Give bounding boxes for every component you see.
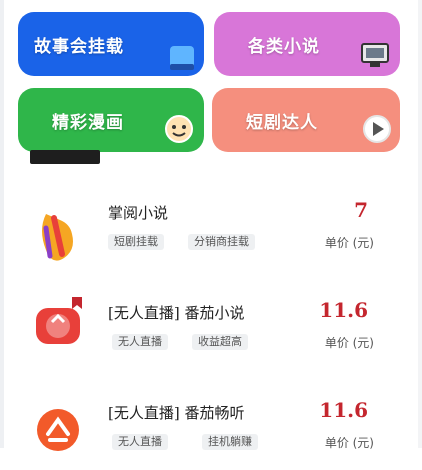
tile-label: 各类小说 — [248, 37, 320, 57]
item-tag: 无人直播 — [112, 334, 168, 350]
offer-list: 掌阅小说 短剧挂载 分销商挂载 7 单价 (元) [无人直播] 番茄小说 无人直… — [8, 178, 412, 451]
item-title: [无人直播] 番茄小说 — [108, 304, 245, 322]
tile-label: 精彩漫画 — [52, 113, 124, 133]
item-price-unit: 单价 (元) — [324, 436, 374, 450]
item-price-unit: 单价 (元) — [324, 336, 374, 350]
right-edge — [418, 0, 422, 448]
tile-story-mount[interactable]: 故事会挂载 — [18, 12, 204, 76]
item-tag: 短剧挂载 — [108, 234, 164, 250]
tomato-listen-logo-icon — [36, 408, 80, 452]
item-title: [无人直播] 番茄畅听 — [108, 404, 245, 422]
item-price: 7 — [354, 198, 368, 222]
item-price-unit: 单价 (元) — [324, 236, 374, 250]
tile-label: 故事会挂载 — [34, 37, 124, 57]
list-item[interactable]: [无人直播] 番茄畅听 无人直播 挂机躺赚 11.6 单价 (元) — [8, 390, 412, 470]
monitor-icon — [360, 42, 390, 74]
tile-short-drama[interactable]: 短剧达人 — [212, 88, 400, 152]
zhangyue-logo-icon — [36, 210, 80, 261]
tomato-novel-logo-icon — [36, 308, 80, 352]
book-icon — [168, 44, 196, 76]
item-tag: 分销商挂载 — [188, 234, 255, 250]
item-title: 掌阅小说 — [108, 204, 169, 222]
item-tag: 收益超高 — [192, 334, 248, 350]
tile-comics[interactable]: 精彩漫画 — [18, 88, 204, 152]
left-edge — [0, 0, 4, 448]
list-item[interactable]: [无人直播] 番茄小说 无人直播 收益超高 11.6 单价 (元) — [8, 290, 412, 370]
item-price: 11.6 — [319, 298, 368, 322]
cartoon-face-icon — [164, 114, 194, 148]
item-price: 11.6 — [319, 398, 368, 422]
play-icon — [362, 114, 392, 148]
obscured-overlay-bar — [30, 150, 100, 164]
list-item[interactable]: 掌阅小说 短剧挂载 分销商挂载 7 单价 (元) — [8, 190, 412, 270]
tile-label: 短剧达人 — [246, 113, 318, 133]
tile-novels[interactable]: 各类小说 — [214, 12, 400, 76]
